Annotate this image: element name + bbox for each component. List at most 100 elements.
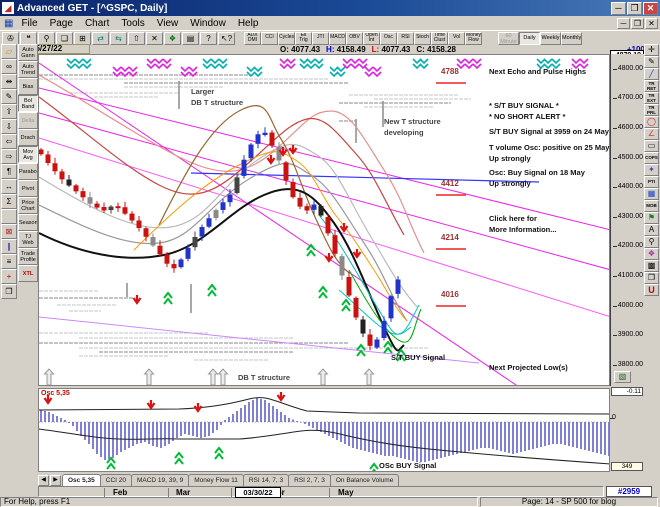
study-osc[interactable]: Osc <box>380 32 397 45</box>
quote-icon[interactable]: ❝ <box>20 32 37 45</box>
tab-rsi-2[interactable]: RSI 2, 7, 3 <box>288 474 331 486</box>
refresh-icon[interactable]: ⇹ <box>1 74 17 89</box>
study-cci[interactable]: CCI <box>261 32 278 45</box>
magnet-tool[interactable]: U <box>644 284 659 296</box>
study-trade-profile[interactable]: Trade Profile <box>18 248 38 265</box>
lock-icon[interactable]: ⊞ <box>74 32 91 45</box>
blank-icon[interactable] <box>1 209 17 224</box>
grid-tool[interactable]: ▦ <box>644 188 659 200</box>
import-icon[interactable]: ⇄ <box>92 32 109 45</box>
pti-tool[interactable]: PTI <box>644 176 659 188</box>
menu-view[interactable]: View <box>151 17 185 30</box>
trendline-tool[interactable]: ╱ <box>644 68 659 80</box>
tab-osc[interactable]: Osc 5,35 <box>62 474 101 486</box>
study-xtl[interactable]: XTL <box>18 265 38 282</box>
search-icon[interactable]: ⚲ <box>38 32 55 45</box>
study-rsi[interactable]: RSI <box>397 32 414 45</box>
menu-window[interactable]: Window <box>184 17 232 30</box>
pencil-tool[interactable]: ✎ <box>644 56 659 68</box>
study-jti[interactable]: JTI <box>312 32 329 45</box>
remove-lines-icon[interactable]: ⊠ <box>1 224 17 239</box>
compass-tool[interactable]: ✦ <box>644 164 659 176</box>
more-information-link[interactable]: More Information... <box>489 225 557 234</box>
study-auto-trend[interactable]: Auto Trend <box>18 61 38 78</box>
study-obv[interactable]: OBV <box>346 32 363 45</box>
study-macd[interactable]: MACD <box>329 32 346 45</box>
study-ell-trig[interactable]: Ell Trig <box>295 32 312 45</box>
document-icon[interactable]: ▦ <box>4 18 13 29</box>
timeframe-daily[interactable]: Daily <box>519 32 540 45</box>
view-reset-icon[interactable]: ∞ <box>1 59 17 74</box>
menu-tools[interactable]: Tools <box>115 17 150 30</box>
restore-button[interactable]: ❐ <box>627 2 642 15</box>
close-button[interactable]: ✕ <box>643 2 658 15</box>
study-bias[interactable]: Bias <box>18 78 38 95</box>
chart-settings-button[interactable]: ▧ <box>614 371 631 383</box>
tab-scroll-right[interactable]: ▶ <box>50 475 61 486</box>
price-chart[interactable]: LargerDB T structure New T structuredeve… <box>38 54 610 386</box>
study-vol[interactable]: Vol <box>448 32 465 45</box>
edit-elliott-icon[interactable]: ✎ <box>1 89 17 104</box>
menu-help[interactable]: Help <box>232 17 265 30</box>
scroll-up-icon[interactable]: ⇧ <box>1 104 17 119</box>
tab-rsi-14[interactable]: RSI 14, 7, 3 <box>243 474 289 486</box>
study-seasonal[interactable]: Seasonal <box>18 214 38 231</box>
tab-cci[interactable]: CCI 20 <box>100 474 132 486</box>
study-auto-gann[interactable]: Auto Gann <box>18 44 38 61</box>
flag-tool[interactable]: ⚑ <box>644 212 659 224</box>
upload-icon[interactable]: ⇧ <box>128 32 145 45</box>
study-drach[interactable]: Drach <box>18 129 38 146</box>
mob-tool[interactable]: MOB <box>644 200 659 212</box>
price-axis[interactable]: 4800.004700.004600.004500.004400.004300.… <box>610 54 644 386</box>
trend-retrace-tool[interactable]: TR RET <box>644 80 659 92</box>
expand-horizontal-icon[interactable]: ↔ <box>1 179 17 194</box>
study-tj-web[interactable]: TJ Web <box>18 231 38 248</box>
study-pivot[interactable]: Pivot <box>18 180 38 197</box>
click-here-link[interactable]: Click here for <box>489 214 537 223</box>
ellipse-tool[interactable]: ◯ <box>644 116 659 128</box>
mdi-restore-button[interactable]: ❐ <box>631 18 644 29</box>
scroll-down-icon[interactable]: ⇩ <box>1 119 17 134</box>
paragraph-icon[interactable]: ¶ <box>1 164 17 179</box>
menu-page[interactable]: Page <box>44 17 79 30</box>
study-price-chart[interactable]: Price Chart <box>18 197 38 214</box>
tj-lines-icon[interactable]: ≡ <box>1 254 17 269</box>
open-chart-icon[interactable]: ▱ <box>1 44 17 59</box>
minimize-button[interactable]: ─ <box>611 2 626 15</box>
study-cycles[interactable]: Cycles <box>278 32 295 45</box>
tab-scroll-left[interactable]: ◀ <box>38 475 49 486</box>
copy-tool[interactable]: ❐ <box>644 272 659 284</box>
tab-money-flow[interactable]: Money Flow 11 <box>188 474 244 486</box>
crosshair-add-icon[interactable]: + <box>1 269 17 284</box>
date-marker-box[interactable]: 03/30/22 <box>235 487 281 498</box>
trend-parallel-tool[interactable]: TR PRL <box>644 104 659 116</box>
cops-tool[interactable]: COPS <box>644 152 659 164</box>
study-bol-band[interactable]: Bol Band <box>18 95 38 112</box>
menu-chart[interactable]: Chart <box>79 17 115 30</box>
zoom-tool[interactable]: ⚲ <box>644 236 659 248</box>
menu-file[interactable]: File <box>15 17 43 30</box>
timeframe-weekly[interactable]: Weekly <box>540 32 561 45</box>
text-tool[interactable]: A <box>644 224 659 236</box>
title-bar[interactable]: ◢ Advanced GET - [^GSPC, Daily] ─ ❐ ✕ <box>0 0 660 16</box>
study-time-clust[interactable]: Time Clust <box>431 32 448 45</box>
scroll-right-icon[interactable]: ⇨ <box>1 149 17 164</box>
question-icon[interactable]: ? <box>200 32 217 45</box>
study-mov-avg[interactable]: Mov Avg <box>18 146 38 163</box>
timeframe-monthly[interactable]: Monthly <box>561 32 582 45</box>
oscillator-panel[interactable]: Osc 5,35 OSc BUY Signal <box>38 388 610 472</box>
rectangle-tool[interactable]: ▭ <box>644 140 659 152</box>
copy-page-icon[interactable]: ❐ <box>1 284 17 299</box>
trend-extend-tool[interactable]: TR EXT <box>644 92 659 104</box>
mdi-close-button[interactable]: ✕ <box>645 18 658 29</box>
study-money-flow[interactable]: Money Flow <box>465 32 482 45</box>
print-icon[interactable]: ▤ <box>182 32 199 45</box>
tab-macd[interactable]: MACD 19, 39, 9 <box>131 474 189 486</box>
study-parabolic[interactable]: Parabolic <box>18 163 38 180</box>
gann-fan-tool[interactable]: ∠ <box>644 128 659 140</box>
scroll-left-icon[interactable]: ⇦ <box>1 134 17 149</box>
shapes-tool[interactable]: ❖ <box>644 248 659 260</box>
crosshair-tool[interactable]: ✛ <box>644 44 659 56</box>
new-page-icon[interactable]: ❏ <box>56 32 73 45</box>
sum-icon[interactable]: Σ <box>1 194 17 209</box>
